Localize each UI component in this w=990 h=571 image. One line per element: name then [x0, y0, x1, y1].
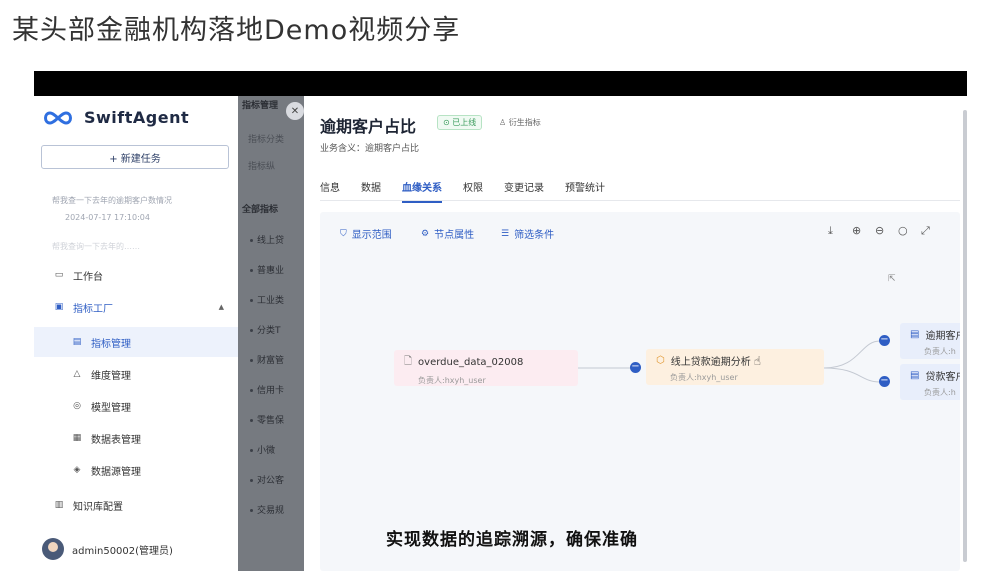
brand-logo[interactable]: SwiftAgent	[42, 108, 189, 127]
node-name: 贷款客户	[925, 372, 960, 383]
doc-icon: ▤	[72, 337, 82, 347]
lineage-edges	[578, 340, 881, 383]
triangle-icon: △	[73, 369, 81, 379]
bg-item: 工业类	[250, 293, 284, 306]
sidebar: SwiftAgent + 新建任务 帮我查一下去年的逾期客户数情况 2024-0…	[34, 96, 238, 571]
lineage-node-source-table[interactable]: 🗋 overdue_data_02008 负责人:hxyh_user	[394, 350, 578, 386]
file-icon: 🗋	[404, 356, 413, 367]
background-page-overlay: 指标管理 指标分类 指标纵 全部指标 线上贷 普惠业 工业类 分类T 财富管 信…	[238, 96, 304, 571]
nav-datasource-management[interactable]: ◈ 数据源管理	[34, 455, 238, 485]
node-owner: 负责人:h	[924, 347, 956, 356]
avatar	[42, 538, 64, 560]
nav-label: 模型管理	[91, 402, 131, 414]
bg-item: 全部指标	[242, 205, 279, 215]
new-task-button[interactable]: + 新建任务	[41, 145, 229, 169]
app-frame: SwiftAgent + 新建任务 帮我查一下去年的逾期客户数情况 2024-0…	[34, 71, 967, 571]
bg-item: 线上贷	[250, 233, 284, 246]
lineage-node-output-metric[interactable]: ▤ 贷款客户 负责人:h	[900, 364, 960, 400]
bg-item: 对公客	[250, 473, 284, 486]
monitor-icon: ▭	[54, 270, 64, 280]
bg-page-title: 指标管理	[242, 101, 279, 111]
nav-workbench[interactable]: ▭ 工作台	[34, 260, 238, 290]
lineage-node-analysis-model[interactable]: ⬡ 线上贷款逾期分析 ☝ 负责人:hxyh_user	[646, 349, 824, 385]
collapse-node-icon[interactable]: −	[630, 362, 641, 373]
history-item-title[interactable]: 帮我查询一下去年的……	[52, 241, 140, 252]
infinity-logo-icon	[44, 110, 72, 125]
circle-icon: ◎	[73, 401, 81, 411]
layers-icon: ◈	[73, 465, 81, 475]
node-name: overdue_data_02008	[418, 357, 524, 368]
nav-table-management[interactable]: ▦ 数据表管理	[34, 423, 238, 453]
top-black-bar	[34, 71, 967, 96]
node-name: 逾期客户	[925, 331, 960, 342]
bg-item: 交易规	[250, 503, 284, 516]
lineage-canvas[interactable]: ⛉ 显示范围 ⚙ 节点属性 ☰ 筛选条件 ⤓ ⊕ ⊖ ○ ⤢ ⇱ 🗋 overd…	[320, 212, 960, 571]
tab-divider	[320, 200, 960, 201]
brand-name: SwiftAgent	[84, 108, 190, 127]
hand-cursor-icon: ☝	[753, 353, 762, 368]
nav-label: 数据源管理	[91, 466, 141, 478]
node-name: 线上贷款逾期分析	[670, 357, 751, 368]
history-item-time: 2024-07-17 17:10:04	[65, 213, 150, 222]
history-item-title[interactable]: 帮我查一下去年的逾期客户数情况	[52, 195, 172, 206]
chevron-up-icon: ▲	[218, 303, 224, 311]
node-owner: 负责人:hxyh_user	[670, 373, 738, 382]
video-title: 某头部金融机构落地Demo视频分享	[12, 15, 461, 46]
nav-metric-factory[interactable]: ▣ 指标工厂 ▲	[34, 292, 238, 322]
business-meaning: 业务含义：逾期客户占比	[320, 144, 420, 154]
node-owner: 负责人:hxyh_user	[418, 376, 486, 385]
bg-item: 指标纵	[248, 162, 276, 172]
drawer-title: 逾期客户占比	[320, 117, 417, 136]
nav-label: 工作台	[73, 271, 103, 283]
book-icon: ▥	[54, 500, 64, 510]
nav-label: 维度管理	[91, 370, 131, 382]
nav-label: 数据表管理	[91, 434, 141, 446]
bg-item: 分类T	[250, 323, 281, 336]
metric-detail-drawer: ✕ 逾期客户占比 ⊙ 已上线 ♙ 衍生指标 业务含义：逾期客户占比 信息 数据 …	[286, 96, 967, 571]
bg-item: 小微	[250, 443, 275, 456]
nav-knowledge-base[interactable]: ▥ 知识库配置	[34, 490, 238, 520]
lineage-node-output-metric[interactable]: ▤ 逾期客户 负责人:h	[900, 323, 960, 359]
collapse-node-icon[interactable]: −	[879, 335, 890, 346]
bg-item: 指标分类	[248, 135, 285, 145]
bg-item: 财富管	[250, 353, 284, 366]
nav-model-management[interactable]: ◎ 模型管理	[34, 391, 238, 421]
nav-label: 知识库配置	[73, 501, 123, 513]
user-name: admin50002(管理员)	[72, 545, 173, 557]
table-icon: ▦	[72, 433, 82, 443]
nav-label: 指标工厂	[73, 303, 113, 315]
bg-item: 零售保	[250, 413, 284, 426]
nav-metric-management[interactable]: ▤ 指标管理	[34, 327, 238, 357]
nav-dimension-management[interactable]: △ 维度管理	[34, 359, 238, 389]
database-icon: ▤	[910, 329, 920, 340]
nav-label: 指标管理	[91, 338, 131, 350]
bg-item: 信用卡	[250, 383, 284, 396]
cube-icon: ⬡	[656, 355, 665, 366]
video-subtitle: 实现数据的追踪溯源，确保准确	[386, 530, 638, 550]
type-badge: ♙ 衍生指标	[499, 118, 541, 127]
bg-item: 普惠业	[250, 263, 284, 276]
user-profile[interactable]: admin50002(管理员)	[42, 538, 173, 560]
node-owner: 负责人:h	[924, 388, 956, 397]
scrollbar[interactable]	[963, 110, 967, 562]
status-badge: ⊙ 已上线	[437, 115, 483, 130]
chart-icon: ▣	[54, 302, 64, 312]
close-icon[interactable]: ✕	[286, 102, 304, 120]
collapse-node-icon[interactable]: −	[879, 376, 890, 387]
database-icon: ▤	[910, 370, 920, 381]
